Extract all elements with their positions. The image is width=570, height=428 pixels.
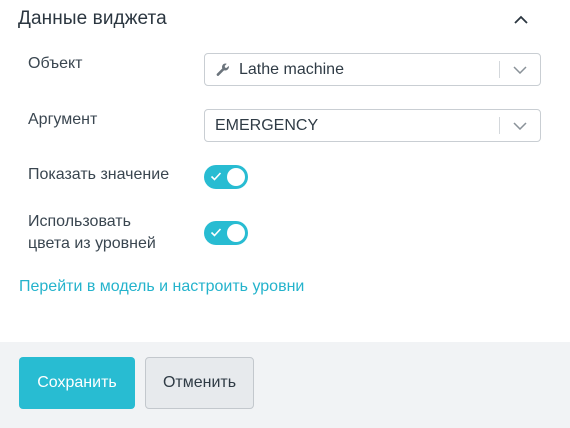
argument-select-value: EMERGENCY	[215, 116, 319, 134]
use-level-colors-label-line1: Использовать	[28, 213, 131, 230]
chevron-up-icon	[514, 15, 528, 24]
show-value-label: Показать значение	[28, 166, 170, 183]
chevron-down-icon	[513, 65, 527, 74]
argument-label: Аргумент	[28, 111, 98, 128]
wrench-icon	[216, 63, 229, 76]
cancel-button[interactable]: Отменить	[145, 357, 254, 409]
chevron-down-icon	[513, 121, 527, 130]
save-button[interactable]: Сохранить	[19, 357, 135, 409]
object-dropdown-toggle[interactable]	[500, 54, 540, 85]
object-select-value: Lathe machine	[239, 60, 344, 78]
object-select[interactable]: Lathe machine	[204, 53, 541, 86]
dialog-footer: Сохранить Отменить	[0, 342, 570, 428]
toggle-knob	[227, 168, 245, 186]
check-icon	[210, 172, 222, 181]
object-label: Объект	[28, 55, 83, 72]
widget-data-panel: Данные виджета Объект Lathe machine Аргу…	[0, 0, 570, 342]
show-value-toggle[interactable]	[204, 165, 248, 189]
panel-title: Данные виджета	[18, 8, 167, 29]
argument-select[interactable]: EMERGENCY	[204, 109, 541, 142]
use-level-colors-label: Использовать цвета из уровней	[28, 211, 156, 255]
configure-levels-link[interactable]: Перейти в модель и настроить уровни	[19, 276, 304, 298]
toggle-knob	[227, 224, 245, 242]
use-level-colors-label-line2: цвета из уровней	[28, 235, 156, 252]
use-level-colors-toggle[interactable]	[204, 221, 248, 245]
check-icon	[210, 228, 222, 237]
argument-dropdown-toggle[interactable]	[500, 110, 540, 141]
collapse-button[interactable]	[508, 6, 534, 32]
